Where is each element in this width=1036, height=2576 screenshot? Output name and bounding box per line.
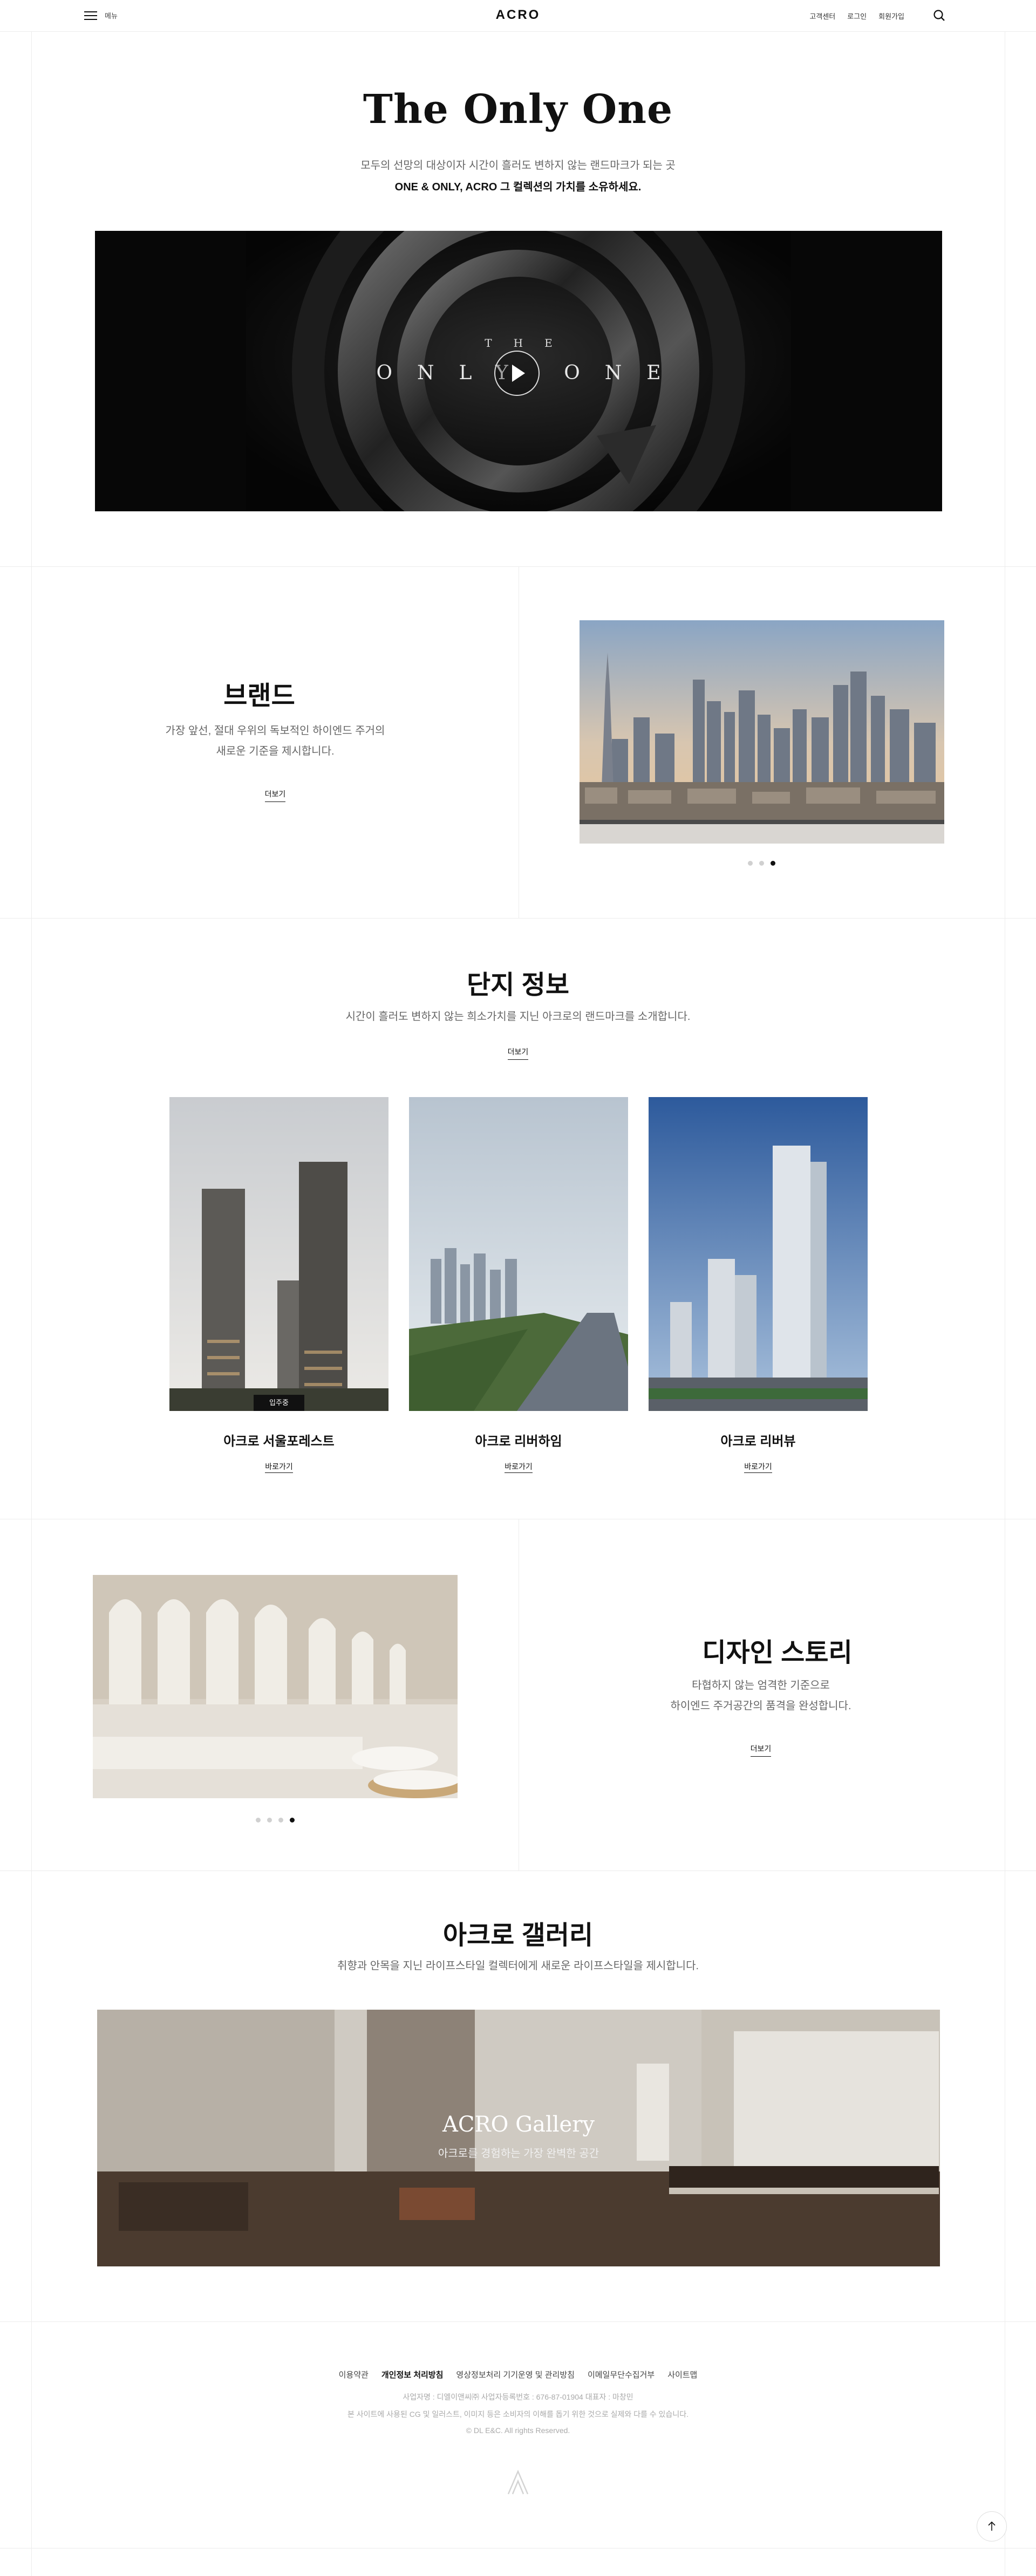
- site-header: 메뉴 ACRO 고객센터 로그인 회원가입: [0, 0, 1036, 32]
- grid-line-left: [31, 0, 32, 2576]
- brand-video[interactable]: THE ONLY ONE: [95, 231, 942, 511]
- design-more-label: 더보기: [750, 1743, 772, 1757]
- section-divider: [0, 566, 1036, 567]
- slider-dot[interactable]: [748, 861, 753, 866]
- section-divider: [0, 2321, 1036, 2322]
- complex-image: 입주중: [169, 1097, 388, 1411]
- gallery-banner-title: ACRO Gallery: [442, 2112, 595, 2137]
- login-link[interactable]: 로그인: [847, 11, 867, 21]
- complex-name: 아크로 리버뷰: [720, 1434, 796, 1449]
- hero-tagline: ONE & ONLY, ACRO 그 컬렉션의 가치를 소유하세요.: [394, 181, 642, 193]
- complex-card[interactable]: 아크로 리버하임 바로가기: [409, 1097, 628, 1473]
- slider-dot[interactable]: [278, 1818, 283, 1823]
- brand-more-label: 더보기: [264, 789, 286, 802]
- slider-dot-active[interactable]: [290, 1818, 295, 1823]
- acro-logo-icon: [507, 2469, 529, 2495]
- hero-title: The Only One: [363, 86, 673, 133]
- customer-center-link[interactable]: 고객센터: [809, 11, 835, 21]
- footer-terms-link[interactable]: 이용약관: [339, 2369, 369, 2380]
- footer-cctv-link[interactable]: 영상정보처리 기기운영 및 관리방침: [456, 2369, 575, 2380]
- complex-go-link[interactable]: 바로가기: [169, 1461, 388, 1473]
- complex-card[interactable]: 아크로 리버뷰 바로가기: [649, 1097, 868, 1473]
- complex-description: 시간이 흘러도 변하지 않는 희소가치를 지닌 아크로의 랜드마크를 소개합니다…: [345, 1011, 691, 1023]
- search-icon: [933, 10, 945, 21]
- complex-name: 아크로 서울포레스트: [223, 1434, 335, 1449]
- brand-slider-dots: [748, 861, 775, 866]
- hero-subtitle: 모두의 선망의 대상이자 시간이 흘러도 변하지 않는 랜드마크가 되는 곳: [360, 160, 676, 172]
- complex-go-label: 바로가기: [265, 1462, 293, 1473]
- footer-company-info: 사업자명 : 디엘이앤씨㈜ 사업자등록번호 : 676-87-01904 대표자…: [403, 2393, 633, 2401]
- video-text-the: THE: [485, 337, 574, 350]
- complex-go-link[interactable]: 바로가기: [649, 1461, 868, 1473]
- complex-more-link[interactable]: 더보기: [0, 1046, 1036, 1060]
- footer-copyright: © DL E&C. All rights Reserved.: [466, 2426, 570, 2435]
- footer-sitemap-link[interactable]: 사이트맵: [667, 2369, 697, 2380]
- slider-dot-active[interactable]: [771, 861, 775, 866]
- footer-nav: 이용약관 개인정보 처리방침 영상정보처리 기기운영 및 관리방침 이메일무단수…: [0, 2369, 1036, 2380]
- gallery-photo: [97, 2010, 940, 2266]
- arrow-up-icon: [988, 2521, 996, 2531]
- scroll-top-button[interactable]: [977, 2511, 1007, 2541]
- brand-desc-line1: 가장 앞선, 절대 우위의 독보적인 하이엔드 주거의: [165, 725, 385, 737]
- gallery-banner[interactable]: ACRO Gallery 아크로를 경험하는 가장 완벽한 공간: [97, 2010, 940, 2266]
- complex-go-link[interactable]: 바로가기: [409, 1461, 628, 1473]
- search-button[interactable]: [932, 9, 946, 23]
- brand-desc-line2: 새로운 기준을 제시합니다.: [216, 745, 335, 757]
- design-slider-dots: [256, 1818, 295, 1823]
- design-desc-line1: 타협하지 않는 엄격한 기준으로: [692, 1680, 830, 1691]
- signup-link[interactable]: 회원가입: [878, 11, 904, 21]
- gallery-banner-subtitle: 아크로를 경험하는 가장 완벽한 공간: [438, 2148, 599, 2160]
- complex-more-label: 더보기: [507, 1046, 529, 1060]
- design-more-link[interactable]: 더보기: [519, 1743, 1003, 1757]
- brand-image: [580, 620, 944, 844]
- section-divider: [0, 918, 1036, 919]
- slider-dot[interactable]: [267, 1818, 272, 1823]
- design-desc-line2: 하이엔드 주거공간의 품격을 완성합니다.: [670, 1700, 851, 1712]
- slider-dot[interactable]: [256, 1818, 261, 1823]
- footer-notice: 본 사이트에 사용된 CG 및 일러스트, 이미지 등은 소비자의 이해를 돕기…: [347, 2410, 689, 2419]
- play-button[interactable]: [494, 351, 540, 396]
- slider-dot[interactable]: [759, 861, 764, 866]
- brand-more-link[interactable]: 더보기: [0, 789, 550, 802]
- status-badge: 입주중: [254, 1395, 304, 1411]
- design-image: [93, 1575, 458, 1798]
- brand-description: 가장 앞선, 절대 우위의 독보적인 하이엔드 주거의 새로운 기준을 제시합니…: [0, 721, 550, 762]
- complex-go-label: 바로가기: [744, 1462, 772, 1473]
- complex-image: [649, 1097, 868, 1411]
- footer-email-link[interactable]: 이메일무단수집거부: [588, 2369, 655, 2380]
- gallery-title: 아크로 갤러리: [442, 1921, 594, 1950]
- util-nav: 고객센터 로그인 회원가입: [809, 11, 904, 21]
- brand-title: 브랜드: [223, 682, 295, 710]
- design-title: 디자인 스토리: [702, 1639, 853, 1667]
- gallery-description: 취향과 안목을 지닌 라이프스타일 컬렉터에게 새로운 라이프스타일을 제시합니…: [337, 1960, 699, 1972]
- complex-name: 아크로 리버하임: [475, 1434, 562, 1449]
- complex-image: [409, 1097, 628, 1411]
- footer-privacy-link[interactable]: 개인정보 처리방침: [381, 2369, 444, 2380]
- design-description: 타협하지 않는 엄격한 기준으로 하이엔드 주거공간의 품격을 완성합니다.: [519, 1675, 1003, 1716]
- complex-title: 단지 정보: [467, 971, 569, 999]
- complex-go-label: 바로가기: [505, 1462, 533, 1473]
- complex-card[interactable]: 입주중 아크로 서울포레스트 바로가기: [169, 1097, 388, 1473]
